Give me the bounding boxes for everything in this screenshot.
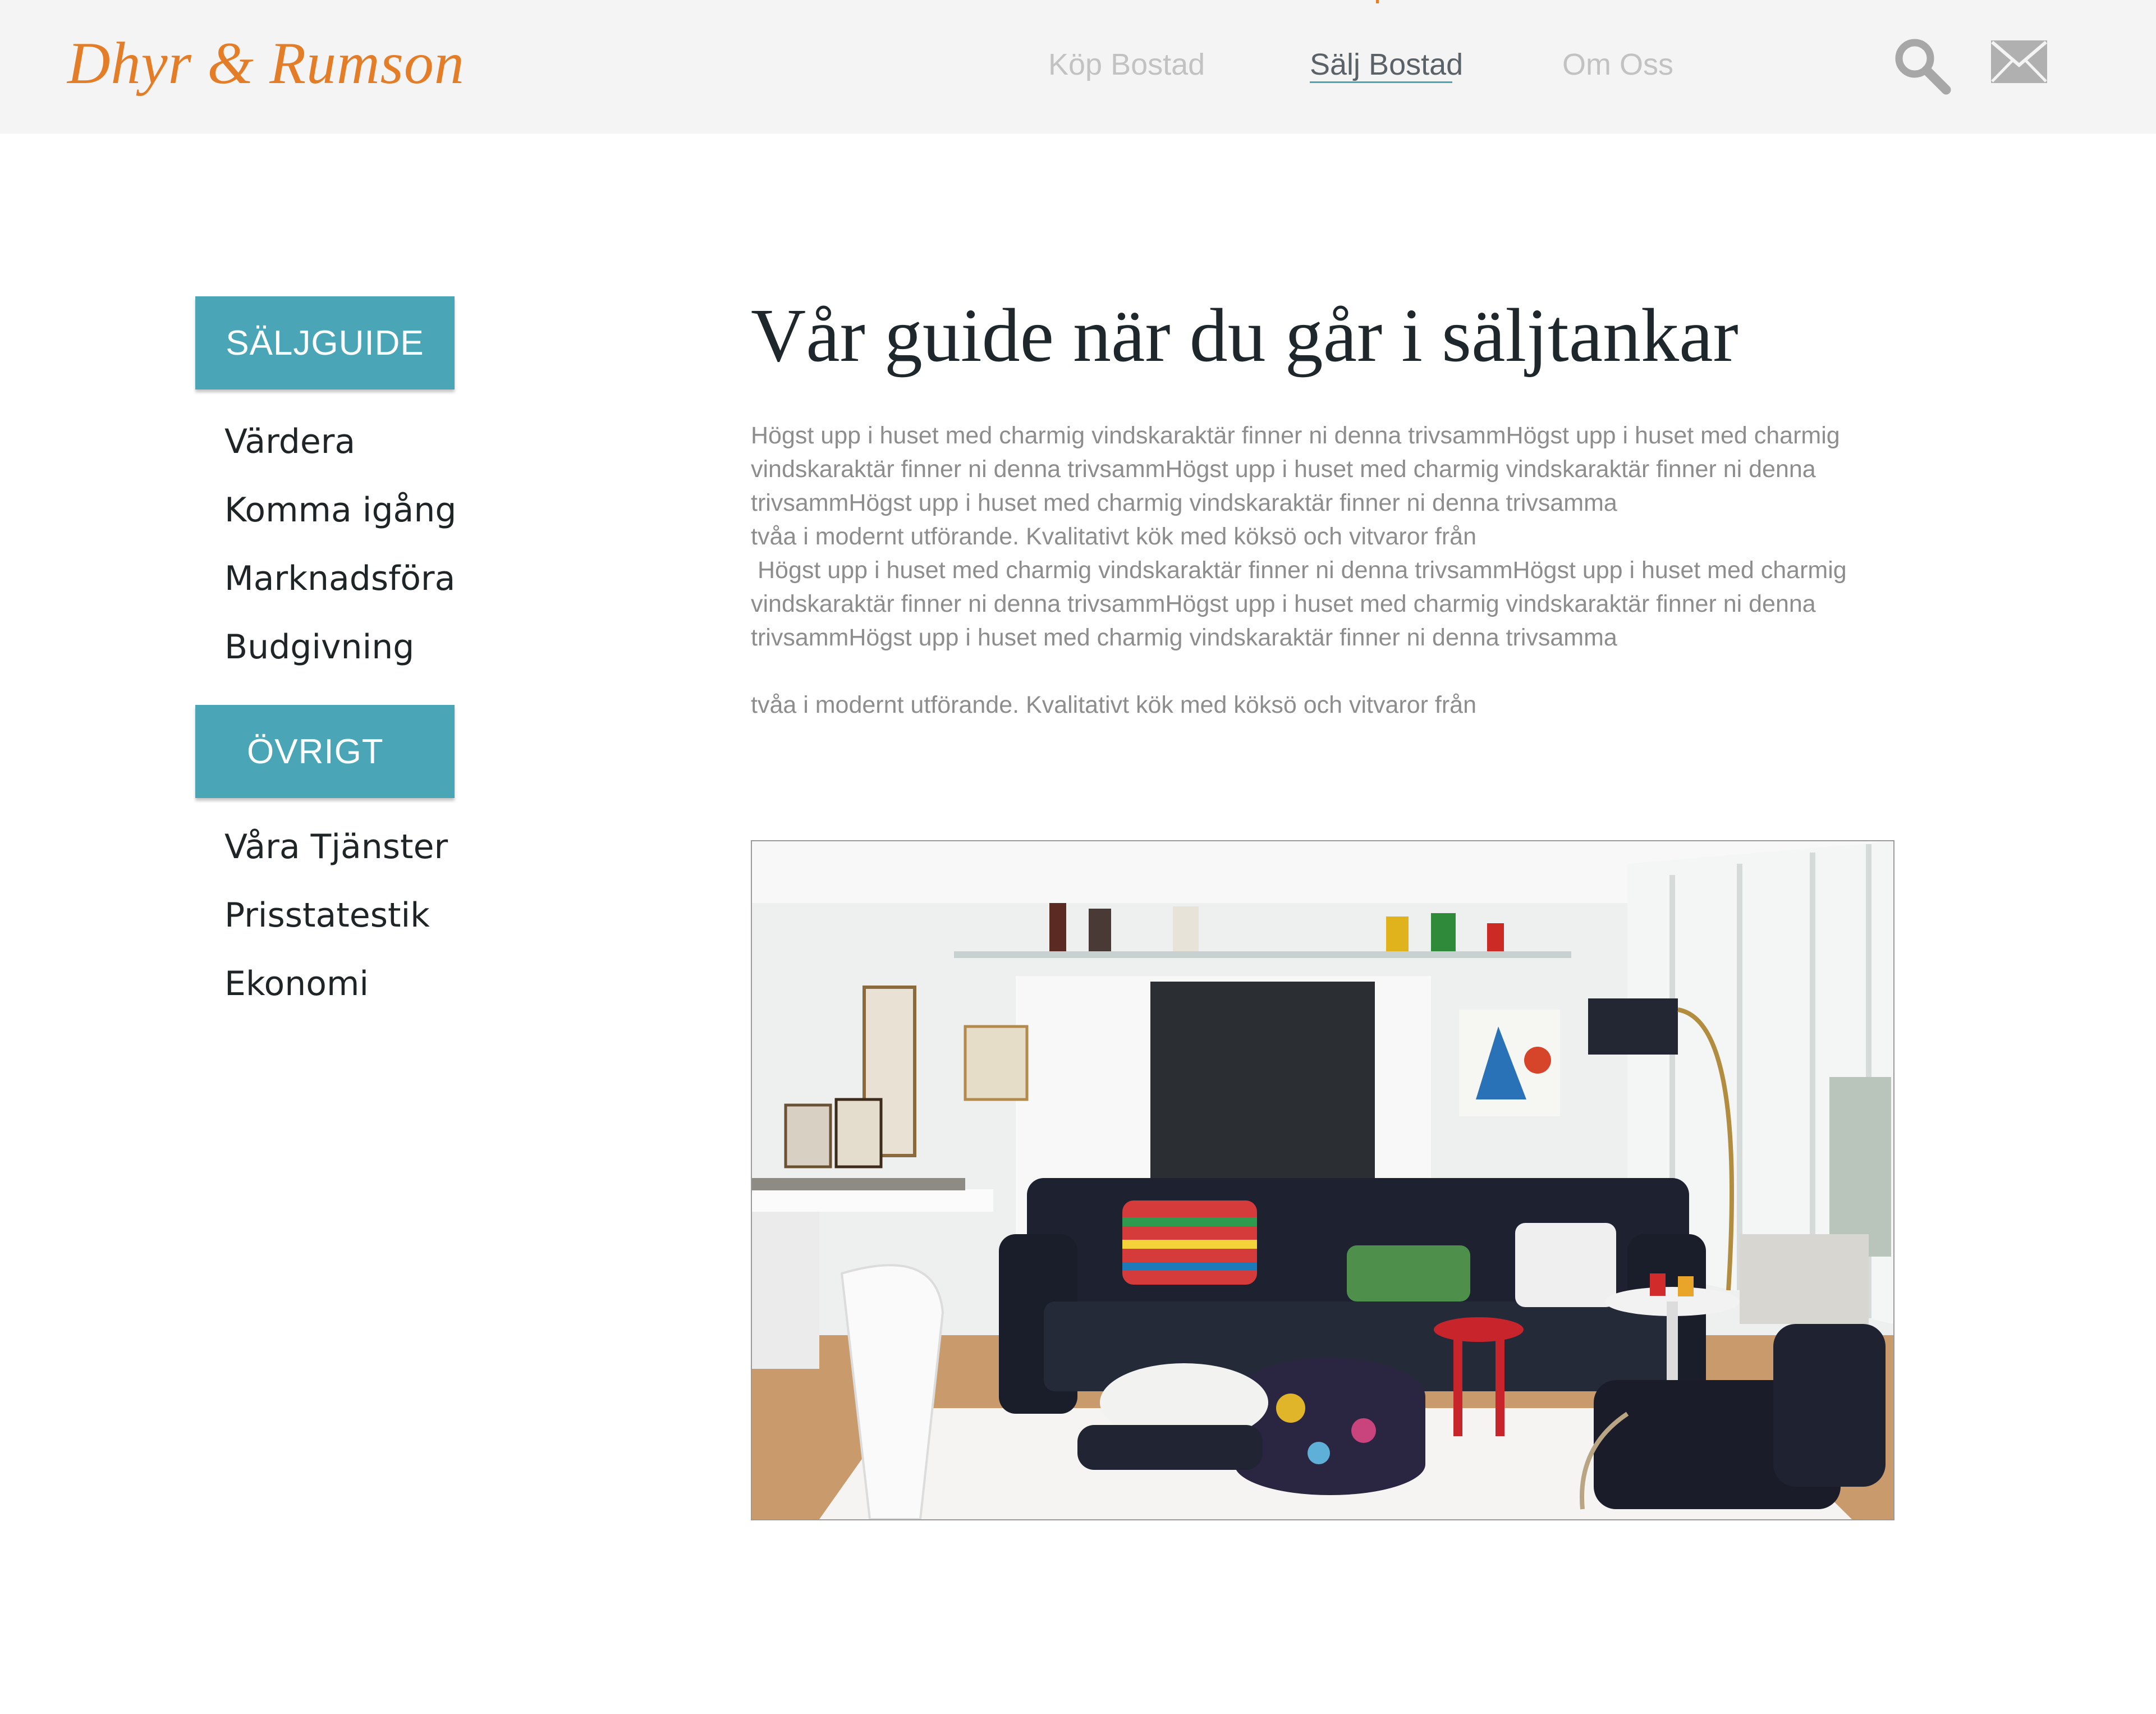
sidebar-item-vardera[interactable]: Värdera [224, 422, 355, 461]
header-accent-mark [1376, 0, 1379, 3]
nav-active-underline [1310, 81, 1452, 83]
section-title: ÖVRIGT [247, 732, 384, 771]
nav-kop-bostad[interactable]: Köp Bostad [1048, 47, 1205, 82]
sidebar-item-marknadsfora[interactable]: Marknadsföra [224, 559, 455, 598]
sidebar-item-prisstatestik[interactable]: Prisstatestik [224, 896, 430, 935]
living-room-photo [751, 840, 1894, 1520]
site-logo[interactable]: Dhyr & Rumson [67, 29, 465, 98]
section-title: SÄLJGUIDE [226, 323, 424, 363]
sidebar-item-budgivning[interactable]: Budgivning [224, 627, 414, 667]
sidebar-item-komma-igang[interactable]: Komma igång [224, 491, 456, 530]
paragraph-line: vindskaraktär finner ni denna trivsammHö… [751, 456, 1816, 483]
site-header: Dhyr & Rumson Köp Bostad Sälj Bostad Om … [0, 0, 2156, 134]
living-room-illustration [752, 841, 1893, 1519]
page-title: Vår guide när du går i säljtankar [751, 294, 1738, 378]
paragraph-line: trivsammHögst upp i huset med charmig vi… [751, 624, 1617, 651]
paragraph-line: vindskaraktär finner ni denna trivsammHö… [751, 590, 1816, 617]
sidebar-item-ekonomi[interactable]: Ekonomi [224, 964, 369, 1003]
nav-salj-bostad[interactable]: Sälj Bostad [1310, 47, 1463, 82]
paragraph-line: Högst upp i huset med charmig vindskarak… [751, 422, 1840, 449]
section-header-saljguide: SÄLJGUIDE [195, 296, 455, 389]
mail-icon[interactable] [1991, 40, 2047, 83]
nav-om-oss[interactable]: Om Oss [1562, 47, 1673, 82]
paragraph-line: trivsammHögst upp i huset med charmig vi… [751, 489, 1617, 516]
body-paragraph: Högst upp i huset med charmig vindskarak… [751, 419, 1918, 722]
search-icon[interactable] [1892, 36, 1952, 95]
section-header-ovrigt: ÖVRIGT [195, 705, 455, 798]
paragraph-line: Högst upp i huset med charmig vindskarak… [758, 557, 1847, 584]
paragraph-line: tvåa i modernt utförande. Kvalitativt kö… [751, 691, 1476, 718]
paragraph-line: tvåa i modernt utförande. Kvalitativt kö… [751, 523, 1476, 550]
sidebar-item-vara-tjanster[interactable]: Våra Tjänster [224, 827, 448, 867]
